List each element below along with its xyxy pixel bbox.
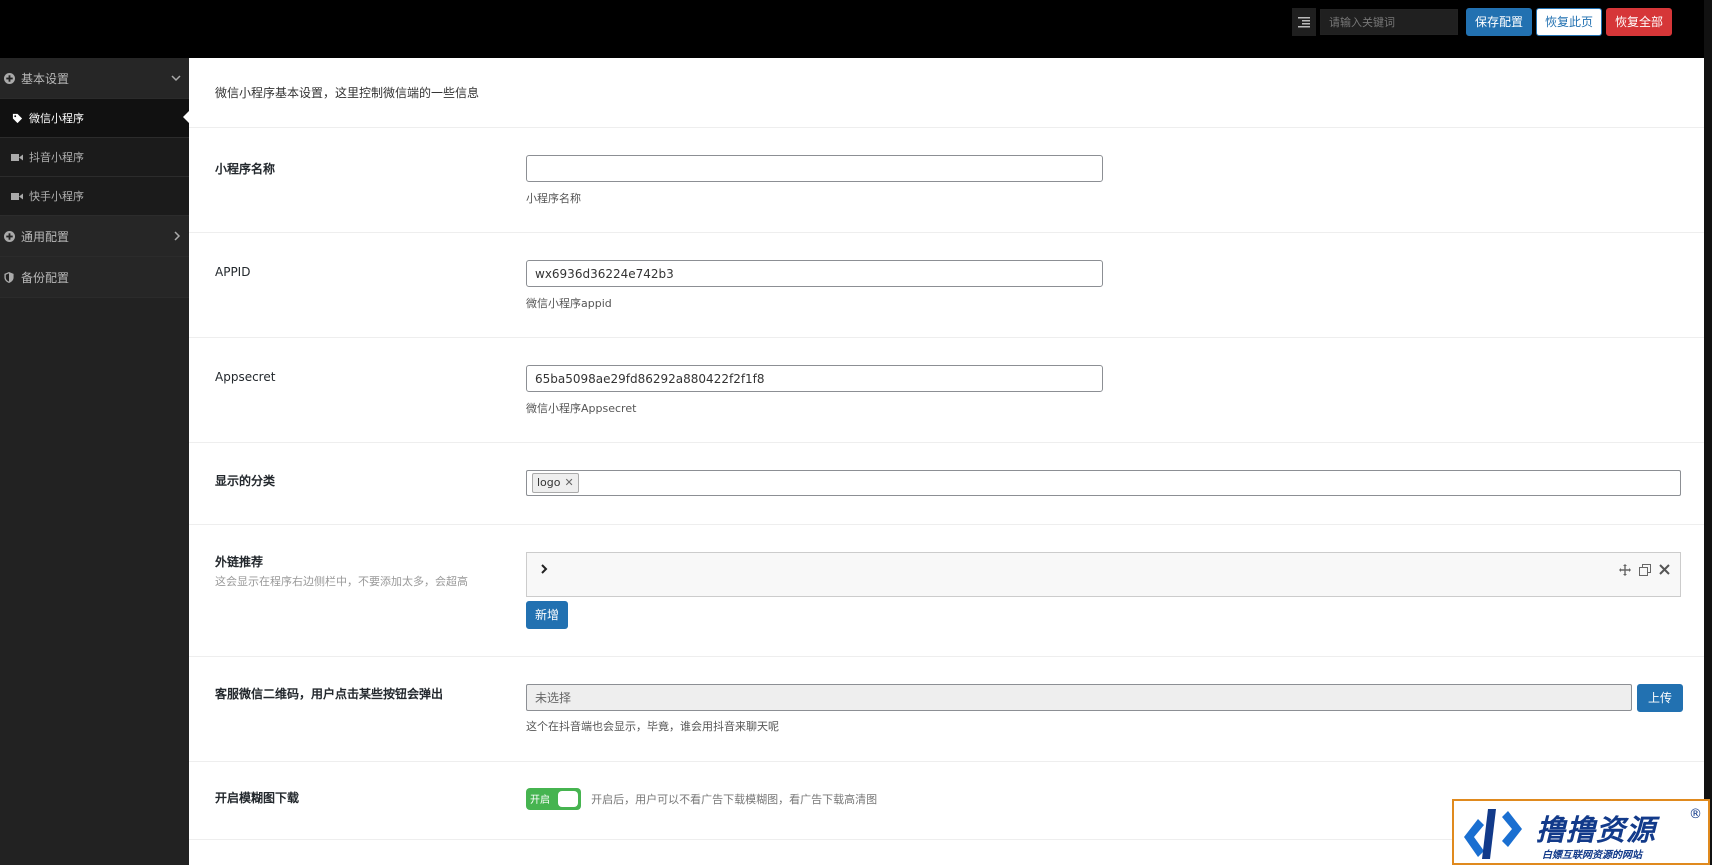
add-link-button[interactable]: 新增 (526, 601, 569, 629)
sidebar-item-backup-config[interactable]: 备份配置 (0, 257, 189, 298)
field-row-name: 小程序名称 小程序名称 (189, 128, 1704, 233)
appsecret-input[interactable] (526, 365, 1103, 392)
section-intro: 微信小程序基本设置，这里控制微信端的一些信息 (189, 58, 1704, 128)
watermark-title: 撸撸资源 (1536, 813, 1657, 847)
field-help: 这个在抖音端也会显示，毕竟，谁会用抖音来聊天呢 (526, 720, 779, 733)
move-icon[interactable] (1619, 564, 1631, 579)
toggle-knob (558, 791, 578, 807)
upload-button[interactable]: 上传 (1637, 684, 1684, 712)
toggle-label: 开启 (530, 795, 550, 806)
field-control: 未选择 上传 (526, 684, 1684, 712)
field-control: 开启 开启后，用户可以不看广告下载模糊图，看广告下载高清图 (526, 788, 877, 810)
page-scrollbar[interactable] (1704, 0, 1712, 865)
main-content: 微信小程序基本设置，这里控制微信端的一些信息 小程序名称 小程序名称 APPID… (189, 58, 1704, 865)
watermark-subtitle: 白嫖互联网资源的网站 (1542, 850, 1642, 861)
field-label: APPID (215, 265, 251, 279)
field-row-appid: APPID 微信小程序appid (189, 233, 1704, 338)
top-bar: 保存配置 恢复此页 恢复全部 (0, 0, 1712, 58)
sidebar-item-label: 备份配置 (21, 270, 70, 285)
sidebar-item-douyin-miniprogram[interactable]: 抖音小程序 (0, 138, 189, 177)
field-control: 新增 (526, 552, 1681, 629)
field-label: 客服微信二维码，用户点击某些按钮会弹出 (215, 687, 444, 701)
blur-download-toggle[interactable]: 开启 (526, 788, 581, 810)
field-row-appsecret: Appsecret 微信小程序Appsecret (189, 338, 1704, 443)
field-row-qrcode: 客服微信二维码，用户点击某些按钮会弹出 未选择 上传 这个在抖音端也会显示，毕竟… (189, 657, 1704, 762)
chevron-down-icon (171, 58, 181, 98)
restore-all-button[interactable]: 恢复全部 (1605, 8, 1672, 36)
top-toolbar: 保存配置 恢复此页 恢复全部 (1291, 8, 1672, 36)
field-row-links: 外链推荐 这会显示在程序右边侧栏中，不要添加太多，会超高 新增 (189, 525, 1704, 657)
tag-label: logo (537, 476, 561, 489)
chevron-right-icon (173, 216, 181, 256)
chevron-right-icon[interactable] (540, 563, 548, 577)
link-group-item[interactable] (526, 552, 1681, 597)
field-help: 小程序名称 (526, 192, 581, 205)
field-control: logo ✕ (526, 470, 1681, 496)
field-help: 开启后，用户可以不看广告下载模糊图，看广告下载高清图 (591, 793, 878, 806)
shield-icon (2, 271, 16, 283)
menu-toggle-icon[interactable] (1291, 8, 1316, 36)
field-sublabel: 这会显示在程序右边侧栏中，不要添加太多，会超高 (215, 575, 468, 588)
field-label: Appsecret (215, 370, 276, 384)
field-label: 外链推荐 (215, 555, 264, 569)
field-label: 开启模糊图下载 (215, 791, 300, 805)
category-tag-select[interactable]: logo ✕ (526, 470, 1681, 496)
field-label: 显示的分类 (215, 474, 276, 488)
sidebar: 基本设置 微信小程序 抖音小程序 快手小程序 通用配置 备份配置 (0, 58, 189, 865)
search-input[interactable] (1319, 9, 1458, 35)
watermark-registered-mark: ® (1689, 807, 1702, 822)
video-icon (10, 153, 24, 162)
restore-page-button[interactable]: 恢复此页 (1535, 8, 1602, 36)
sidebar-item-basic-settings[interactable]: 基本设置 (0, 58, 189, 99)
qrcode-path-input[interactable]: 未选择 (526, 684, 1632, 711)
sidebar-item-kuaishou-miniprogram[interactable]: 快手小程序 (0, 177, 189, 216)
field-help: 微信小程序Appsecret (526, 402, 637, 415)
plus-circle-icon (2, 72, 16, 84)
plus-circle-icon (2, 230, 16, 242)
field-help: 微信小程序appid (526, 297, 612, 310)
field-label: 小程序名称 (215, 162, 276, 176)
field-control (526, 155, 1103, 182)
field-control (526, 365, 1103, 392)
watermark-logo: 撸撸资源 ® 白嫖互联网资源的网站 (1452, 799, 1710, 865)
save-config-button[interactable]: 保存配置 (1465, 8, 1532, 36)
remove-tag-icon[interactable]: ✕ (565, 474, 574, 492)
category-tag: logo ✕ (532, 473, 579, 493)
sidebar-item-label: 通用配置 (21, 229, 70, 244)
field-row-categories: 显示的分类 logo ✕ (189, 443, 1704, 525)
sidebar-item-general-config[interactable]: 通用配置 (0, 216, 189, 257)
field-control (526, 260, 1103, 287)
sidebar-item-label: 基本设置 (21, 71, 70, 86)
video-icon (10, 192, 24, 201)
sidebar-item-label: 微信小程序 (29, 112, 84, 125)
sidebar-item-label: 快手小程序 (29, 190, 84, 203)
sidebar-item-label: 抖音小程序 (29, 151, 84, 164)
copy-icon[interactable] (1639, 564, 1651, 579)
watermark-mark-icon (1464, 809, 1522, 859)
miniprogram-name-input[interactable] (526, 155, 1103, 182)
group-tools (1619, 564, 1670, 579)
appid-input[interactable] (526, 260, 1103, 287)
sidebar-item-wechat-miniprogram[interactable]: 微信小程序 (0, 99, 189, 138)
tag-icon (10, 113, 24, 124)
close-icon[interactable] (1659, 564, 1670, 579)
